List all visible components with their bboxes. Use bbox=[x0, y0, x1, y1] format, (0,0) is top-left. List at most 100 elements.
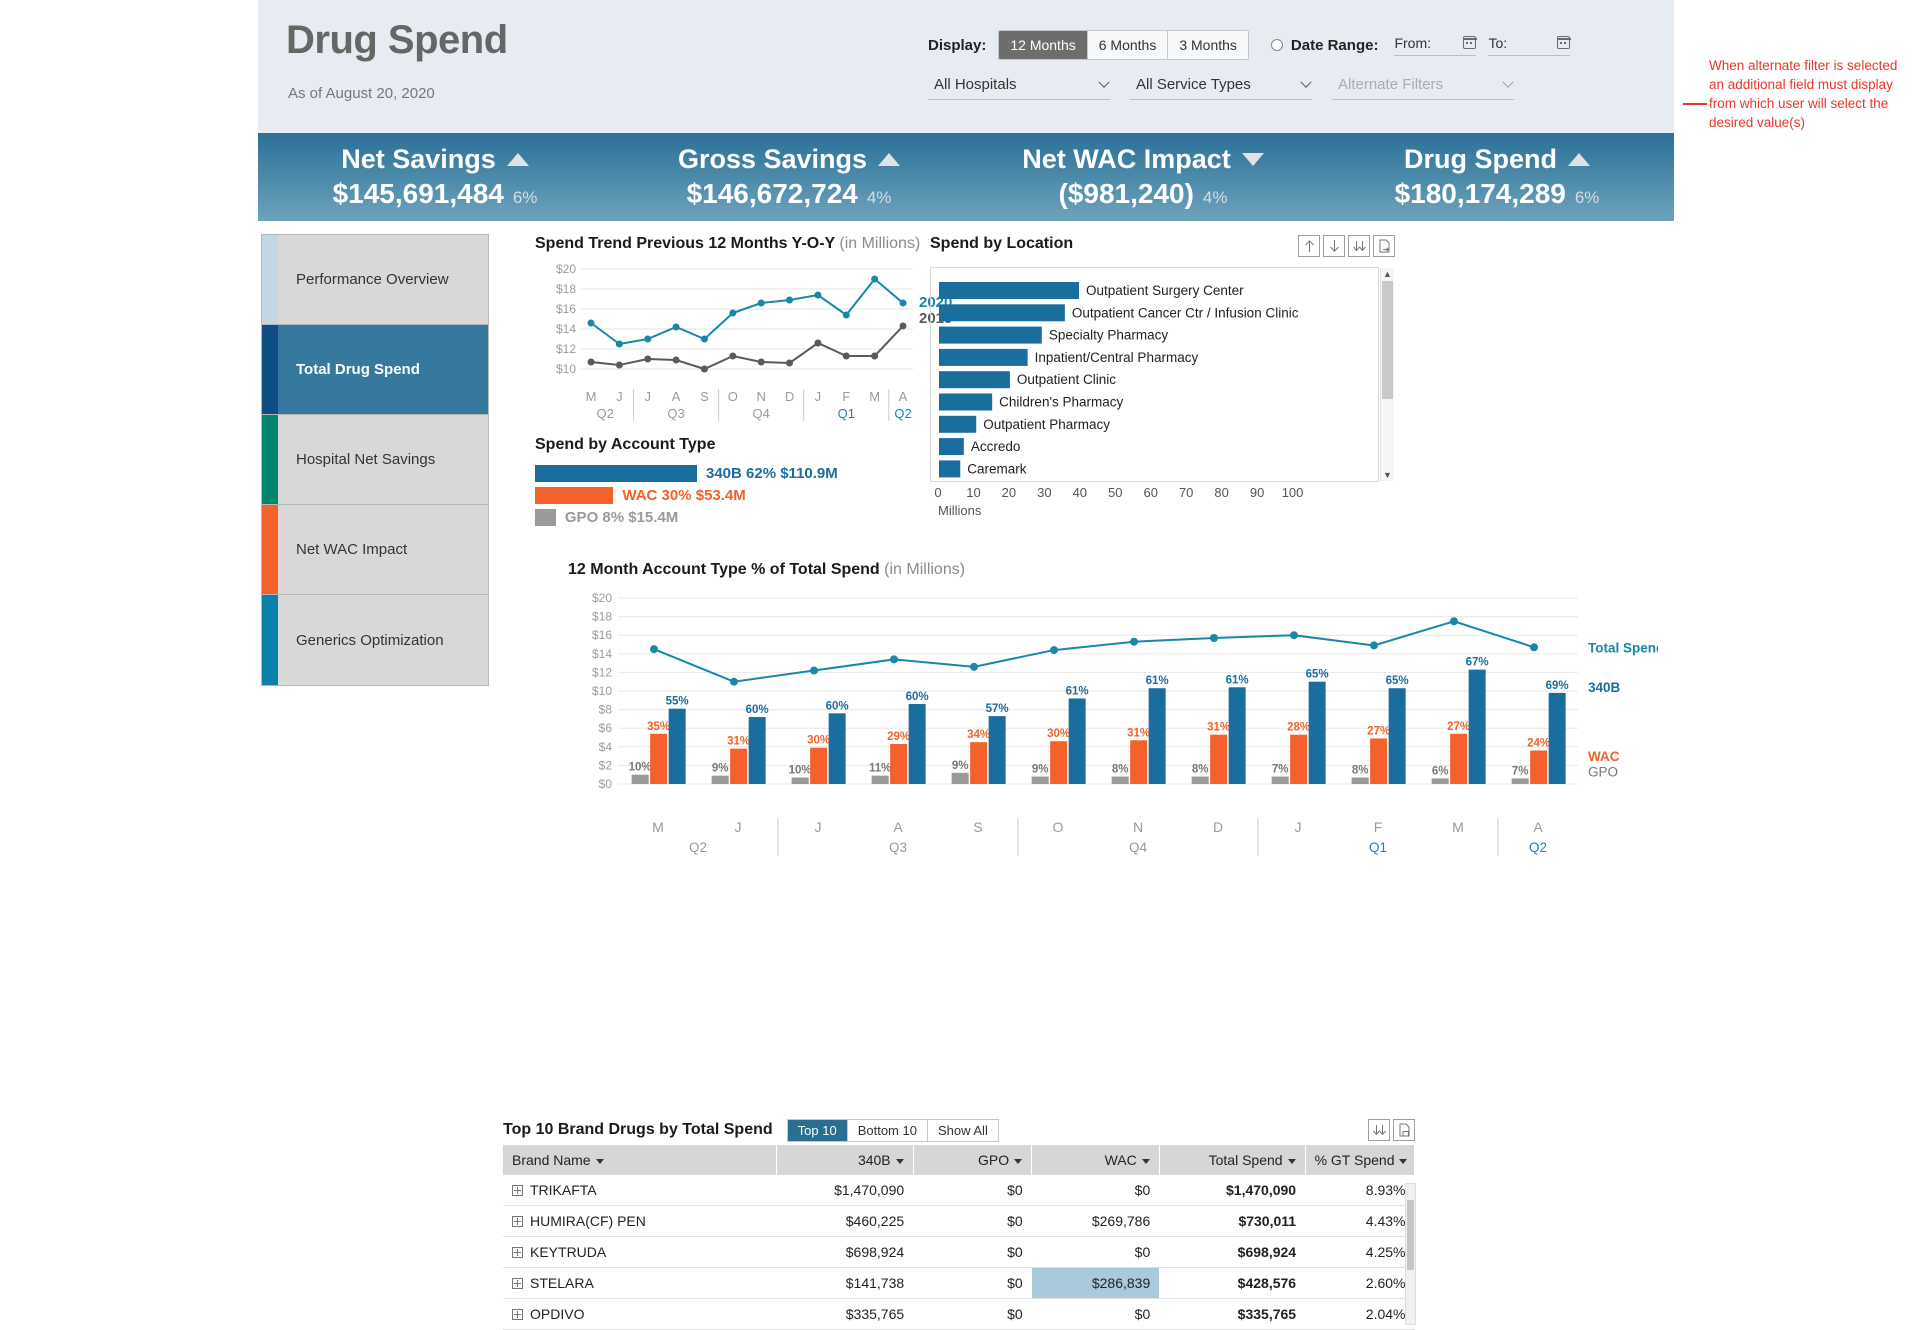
column-header-340b[interactable]: 340B bbox=[776, 1145, 914, 1175]
svg-text:60%: 60% bbox=[746, 704, 769, 716]
svg-text:$20: $20 bbox=[556, 262, 576, 276]
svg-text:Q1: Q1 bbox=[1369, 840, 1387, 855]
table-row[interactable]: STELARA $141,738 $0 $286,839 $428,576 2.60% bbox=[503, 1267, 1415, 1299]
calendar-icon[interactable] bbox=[1462, 36, 1477, 49]
column-header-wac[interactable]: WAC bbox=[1031, 1145, 1160, 1175]
svg-text:N: N bbox=[1133, 819, 1143, 835]
table-row[interactable]: OPDIVO $335,765 $0 $0 $335,765 2.04% bbox=[503, 1298, 1415, 1330]
sort-double-icon[interactable] bbox=[1368, 1119, 1390, 1141]
date-range-radio[interactable] bbox=[1270, 39, 1283, 51]
svg-text:F: F bbox=[1374, 819, 1383, 835]
kpi-label: Drug Spend bbox=[1404, 144, 1557, 174]
svg-text:Total Spend: Total Spend bbox=[1588, 640, 1658, 655]
svg-text:$12: $12 bbox=[556, 342, 576, 356]
table-row[interactable]: HUMIRA(CF) PEN $460,225 $0 $269,786 $730,011… bbox=[503, 1205, 1415, 1237]
location-scrollbar[interactable]: ▲ ▼ bbox=[1380, 268, 1394, 481]
svg-text:20: 20 bbox=[1002, 485, 1016, 500]
account-type-row: 340B 62% $110.9M bbox=[535, 465, 865, 482]
cell-gt-spend: 8.93% bbox=[1305, 1175, 1415, 1206]
expand-row-icon[interactable] bbox=[512, 1278, 523, 1289]
svg-text:28%: 28% bbox=[1287, 722, 1310, 734]
export-icon[interactable] bbox=[1393, 1119, 1415, 1141]
table-row[interactable]: TRIKAFTA $1,470,090 $0 $0 $1,470,090 8.93% bbox=[503, 1175, 1415, 1206]
svg-text:$2: $2 bbox=[599, 758, 613, 772]
svg-text:M: M bbox=[652, 819, 664, 835]
cell-brand-name[interactable]: OPDIVO bbox=[503, 1298, 777, 1330]
column-header-brand-name[interactable]: Brand Name bbox=[503, 1145, 777, 1175]
svg-text:Outpatient Clinic: Outpatient Clinic bbox=[1017, 372, 1116, 387]
filter-top-10[interactable]: Top 10 bbox=[787, 1119, 848, 1141]
filter-show-all[interactable]: Show All bbox=[927, 1119, 998, 1141]
expand-row-icon[interactable] bbox=[512, 1309, 523, 1320]
svg-text:Outpatient Pharmacy: Outpatient Pharmacy bbox=[983, 417, 1110, 432]
period-3-months[interactable]: 3 Months bbox=[1168, 31, 1248, 59]
svg-text:$12: $12 bbox=[592, 665, 612, 679]
svg-text:$8: $8 bbox=[599, 703, 613, 717]
sidebar-item-total-drug-spend[interactable]: Total Drug Spend bbox=[262, 325, 488, 415]
cell-wac: $269,786 bbox=[1031, 1205, 1160, 1237]
table-scrollbar[interactable] bbox=[1405, 1183, 1416, 1325]
period-6-months[interactable]: 6 Months bbox=[1088, 31, 1169, 59]
spend-by-location-title: Spend by Location bbox=[930, 235, 1074, 252]
svg-text:10%: 10% bbox=[629, 762, 652, 774]
expand-row-icon[interactable] bbox=[512, 1185, 523, 1196]
sidebar-item-performance-overview[interactable]: Performance Overview bbox=[262, 235, 488, 325]
filter-bottom-10[interactable]: Bottom 10 bbox=[847, 1119, 928, 1141]
kpi-net-savings: Net Savings $145,691,484 6% bbox=[258, 133, 612, 221]
svg-text:7%: 7% bbox=[1512, 765, 1529, 777]
svg-text:$16: $16 bbox=[592, 628, 612, 642]
export-icon[interactable] bbox=[1373, 235, 1395, 257]
sort-asc-icon[interactable] bbox=[1298, 235, 1320, 257]
table-filter-segmented-control[interactable]: Top 10 Bottom 10 Show All bbox=[786, 1118, 999, 1142]
cell-brand-name[interactable]: KEYTRUDA bbox=[503, 1236, 777, 1268]
scroll-up-icon[interactable]: ▲ bbox=[1381, 268, 1394, 280]
kpi-label: Net WAC Impact bbox=[1022, 144, 1231, 174]
spend-trend-axis: M J J A S O N D J F M A Q2 Q3 Q4 Q1 Q2 bbox=[586, 389, 912, 421]
scroll-thumb[interactable] bbox=[1382, 281, 1393, 399]
sort-desc-icon[interactable] bbox=[1323, 235, 1345, 257]
spend-by-account-type-panel: Spend by Account Type 340B 62% $110.9M WA… bbox=[535, 436, 865, 531]
scroll-down-icon[interactable]: ▼ bbox=[1381, 469, 1394, 481]
table-row[interactable]: KEYTRUDA $698,924 $0 $0 $698,924 4.25% bbox=[503, 1236, 1415, 1268]
spend-by-account-type-title: Spend by Account Type bbox=[535, 436, 716, 453]
brand-drugs-table: Brand Name 340B GPO WAC Total Spend % GT… bbox=[503, 1145, 1416, 1330]
expand-row-icon[interactable] bbox=[512, 1247, 523, 1258]
column-header-gt-spend[interactable]: % GT Spend bbox=[1305, 1145, 1416, 1175]
top-brand-drugs-panel: Top 10 Brand Drugs by Total Spend Top 10… bbox=[503, 1115, 1416, 1330]
expand-row-icon[interactable] bbox=[512, 1216, 523, 1227]
column-label: GPO bbox=[978, 1152, 1010, 1168]
spend-trend-title: Spend Trend Previous 12 Months Y-O-Y (in… bbox=[535, 235, 965, 253]
calendar-icon[interactable] bbox=[1556, 36, 1571, 49]
cell-brand-name[interactable]: STELARA bbox=[503, 1267, 777, 1299]
sort-caret-icon bbox=[1014, 1158, 1023, 1164]
period-12-months[interactable]: 12 Months bbox=[999, 31, 1088, 59]
service-type-filter-dropdown[interactable]: All Service Types bbox=[1130, 72, 1312, 100]
cell-gpo: $0 bbox=[913, 1298, 1032, 1330]
svg-text:$6: $6 bbox=[599, 721, 613, 735]
date-to-field[interactable]: To: bbox=[1488, 35, 1571, 56]
svg-text:A: A bbox=[899, 389, 908, 404]
sidebar-item-label: Generics Optimization bbox=[296, 631, 444, 649]
sort-double-icon[interactable] bbox=[1348, 235, 1370, 257]
sidebar-item-generics-optimization[interactable]: Generics Optimization bbox=[262, 595, 488, 685]
table-body: TRIKAFTA $1,470,090 $0 $0 $1,470,090 8.93% HUM… bbox=[503, 1175, 1415, 1330]
cell-gt-spend: 4.25% bbox=[1305, 1236, 1415, 1268]
display-period-segmented-control[interactable]: 12 Months 6 Months 3 Months bbox=[998, 30, 1249, 60]
kpi-percent: 6% bbox=[512, 188, 538, 207]
brand-name-text: HUMIRA(CF) PEN bbox=[530, 1213, 646, 1229]
scroll-thumb[interactable] bbox=[1407, 1200, 1414, 1270]
cell-gt-spend: 2.60% bbox=[1305, 1267, 1415, 1299]
sort-caret-icon bbox=[895, 1158, 904, 1164]
svg-text:340B: 340B bbox=[1588, 680, 1621, 695]
hospital-filter-dropdown[interactable]: All Hospitals bbox=[928, 72, 1110, 100]
cell-brand-name[interactable]: TRIKAFTA bbox=[503, 1175, 777, 1206]
date-from-field[interactable]: From: bbox=[1394, 35, 1477, 56]
alternate-filters-dropdown[interactable]: Alternate Filters bbox=[1332, 72, 1514, 100]
sidebar-item-net-wac-impact[interactable]: Net WAC Impact bbox=[262, 505, 488, 595]
column-header-total-spend[interactable]: Total Spend bbox=[1159, 1145, 1306, 1175]
cell-total-spend: $428,576 bbox=[1159, 1267, 1306, 1299]
sidebar-item-hospital-net-savings[interactable]: Hospital Net Savings bbox=[262, 415, 488, 505]
cell-brand-name[interactable]: HUMIRA(CF) PEN bbox=[503, 1205, 777, 1237]
column-header-gpo[interactable]: GPO bbox=[913, 1145, 1033, 1175]
spend-trend-chart: $10$12$14$16$18$20 20202019 bbox=[556, 262, 952, 376]
